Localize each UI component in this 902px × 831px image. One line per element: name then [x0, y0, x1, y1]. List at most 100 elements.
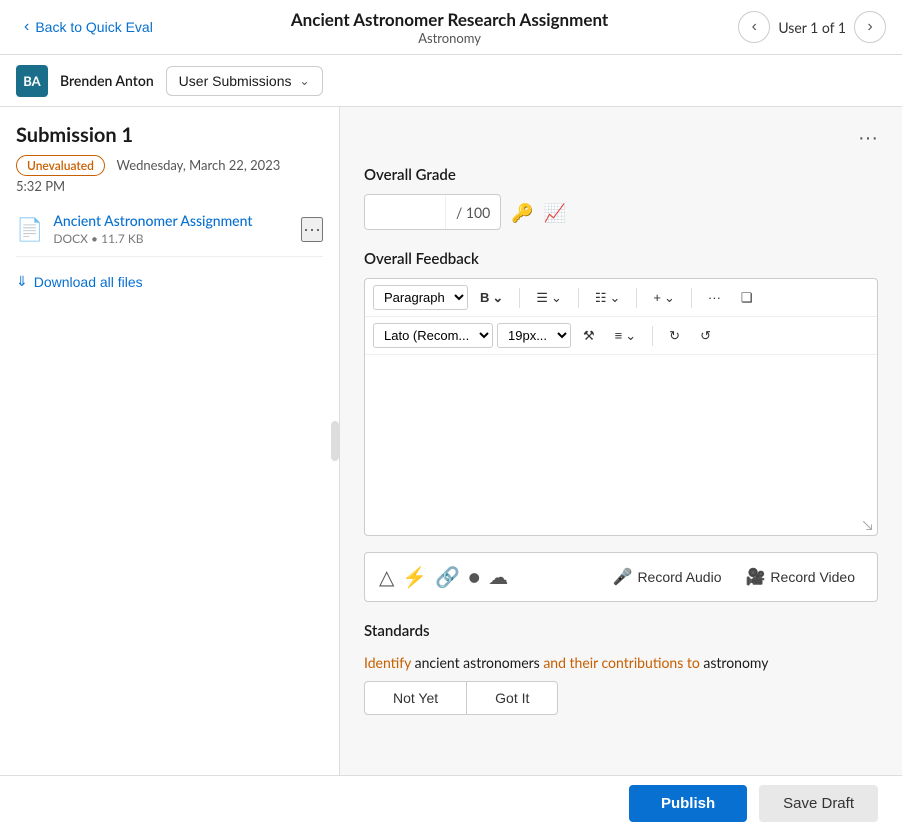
record-video-label: Record Video	[770, 569, 855, 585]
file-menu-button[interactable]: ···	[301, 217, 323, 242]
resize-handle[interactable]	[331, 421, 339, 461]
not-yet-button[interactable]: Not Yet	[364, 681, 467, 715]
standard-item: Identify ancient astronomers and their c…	[364, 652, 878, 715]
redo-button[interactable]: ↺	[692, 324, 719, 348]
list-icon: ☷	[595, 290, 607, 306]
dropdown-label: User Submissions	[179, 73, 292, 89]
standard-contributions: and their contributions	[543, 654, 687, 671]
submission-status-row: Unevaluated Wednesday, March 22, 2023	[16, 155, 323, 176]
more-toolbar-button[interactable]: ···	[700, 286, 729, 309]
toolbar-sep1	[519, 288, 520, 308]
prev-user-button[interactable]: ‹	[738, 11, 770, 43]
download-all-label: Download all files	[34, 274, 143, 290]
line-height-icon: ≡	[615, 328, 623, 343]
standard-to: to	[687, 654, 700, 671]
toolbar-row1: Paragraph Heading 1 Heading 2 B ⌄ ☰ ⌄ ☷ …	[365, 279, 877, 317]
media-toolbar: △ ⚡ 🔗 ● ☁ 🎤 Record Audio 🎥 Record Video	[364, 552, 878, 602]
file-info: Ancient Astronomer Assignment DOCX • 11.…	[53, 212, 291, 246]
feedback-editor-body[interactable]: ↘	[365, 355, 877, 535]
text-color-button[interactable]: ⚒	[575, 324, 603, 348]
grade-input-box: / 100	[364, 194, 501, 230]
align-chevron: ⌄	[551, 290, 562, 306]
assignment-subtitle: Astronomy	[161, 30, 739, 46]
download-icon: ⇓	[16, 273, 28, 290]
grade-row: / 100 🔑 📈	[364, 194, 878, 230]
list-chevron: ⌄	[610, 290, 621, 306]
paragraph-select[interactable]: Paragraph Heading 1 Heading 2	[373, 285, 468, 310]
file-name[interactable]: Ancient Astronomer Assignment	[53, 212, 291, 229]
toolbar-sep3	[636, 288, 637, 308]
submission-time: 5:32 PM	[16, 178, 323, 194]
record-audio-label: Record Audio	[637, 569, 721, 585]
back-label: Back to Quick Eval	[35, 19, 153, 35]
insert-chevron: ⌄	[664, 290, 675, 306]
user-name: Brenden Anton	[60, 72, 154, 89]
content-area: ··· Overall Grade / 100 🔑 📈 Overall Feed…	[340, 107, 902, 775]
list-button[interactable]: ☷ ⌄	[587, 286, 629, 310]
sidebar: Submission 1 Unevaluated Wednesday, Marc…	[0, 107, 340, 775]
flash-icon[interactable]: ⚡	[402, 565, 427, 589]
bold-chevron: ⌄	[492, 290, 503, 306]
record-audio-button[interactable]: 🎤 Record Audio	[605, 563, 730, 591]
bold-icon: B	[480, 290, 489, 305]
font-select[interactable]: Lato (Recom... Arial	[373, 323, 493, 348]
standard-identify: Identify	[364, 654, 411, 671]
standards-section: Standards Identify ancient astronomers a…	[364, 622, 878, 715]
undo-button[interactable]: ↻	[661, 324, 688, 348]
file-type: DOCX	[53, 231, 88, 246]
bold-button[interactable]: B ⌄	[472, 286, 511, 310]
next-user-button[interactable]: ›	[854, 11, 886, 43]
file-doc-icon: 📄	[16, 215, 43, 243]
google-drive-icon[interactable]: ●	[468, 565, 480, 589]
chevron-down-icon: ⌄	[300, 74, 310, 88]
content-more-menu-button[interactable]: ···	[858, 127, 878, 150]
record-video-button[interactable]: 🎥 Record Video	[738, 563, 864, 591]
download-all-button[interactable]: ⇓ Download all files	[16, 273, 143, 290]
assignment-title: Ancient Astronomer Research Assignment	[161, 9, 739, 30]
grade-input[interactable]	[365, 195, 445, 229]
submission-title: Submission 1	[16, 123, 323, 147]
cloud-icon[interactable]: ☁	[488, 565, 508, 589]
publish-button[interactable]: Publish	[629, 785, 747, 822]
back-button[interactable]: ‹ Back to Quick Eval	[16, 14, 161, 40]
size-select[interactable]: 19px... 12px 14px	[497, 323, 571, 348]
embed-icon[interactable]: △	[379, 565, 394, 589]
line-height-button[interactable]: ≡ ⌄	[607, 324, 645, 348]
file-size: 11.7 KB	[101, 231, 144, 246]
grade-max: / 100	[445, 196, 500, 229]
standard-buttons: Not Yet Got It	[364, 681, 878, 715]
toolbar-sep2	[578, 288, 579, 308]
expand-button[interactable]: ❏	[733, 286, 761, 310]
stats-icon[interactable]: 📈	[544, 201, 566, 224]
resize-corner-icon: ↘	[863, 516, 874, 533]
feedback-editor: Paragraph Heading 1 Heading 2 B ⌄ ☰ ⌄ ☷ …	[364, 278, 878, 536]
feedback-label: Overall Feedback	[364, 250, 878, 268]
insert-button[interactable]: + ⌄	[645, 286, 683, 310]
microphone-icon: 🎤	[613, 567, 633, 587]
standard-ancient: ancient astronomers	[411, 654, 543, 671]
grade-icons: 🔑 📈	[511, 201, 566, 224]
user-bar: BA Brenden Anton User Submissions ⌄	[0, 55, 902, 107]
content-header: ···	[364, 127, 878, 150]
link-icon[interactable]: 🔗	[435, 565, 460, 589]
grade-section-label: Overall Grade	[364, 166, 878, 184]
main-layout: Submission 1 Unevaluated Wednesday, Marc…	[0, 107, 902, 775]
nav-controls: ‹ User 1 of 1 ›	[738, 11, 886, 43]
save-draft-button[interactable]: Save Draft	[759, 785, 878, 822]
file-item: 📄 Ancient Astronomer Assignment DOCX • 1…	[16, 202, 323, 257]
toolbar-sep5	[652, 326, 653, 346]
avatar: BA	[16, 65, 48, 97]
standards-title: Standards	[364, 622, 878, 640]
file-size-separator: •	[91, 231, 101, 246]
header: ‹ Back to Quick Eval Ancient Astronomer …	[0, 0, 902, 55]
got-it-button[interactable]: Got It	[467, 681, 558, 715]
key-icon[interactable]: 🔑	[511, 201, 533, 224]
user-count: User 1 of 1	[778, 19, 846, 36]
toolbar-sep4	[691, 288, 692, 308]
header-title-block: Ancient Astronomer Research Assignment A…	[161, 9, 739, 46]
user-submissions-dropdown[interactable]: User Submissions ⌄	[166, 66, 323, 96]
plus-icon: +	[653, 290, 661, 305]
align-icon: ☰	[536, 290, 548, 306]
unevaluated-badge: Unevaluated	[16, 155, 105, 176]
align-button[interactable]: ☰ ⌄	[528, 286, 570, 310]
